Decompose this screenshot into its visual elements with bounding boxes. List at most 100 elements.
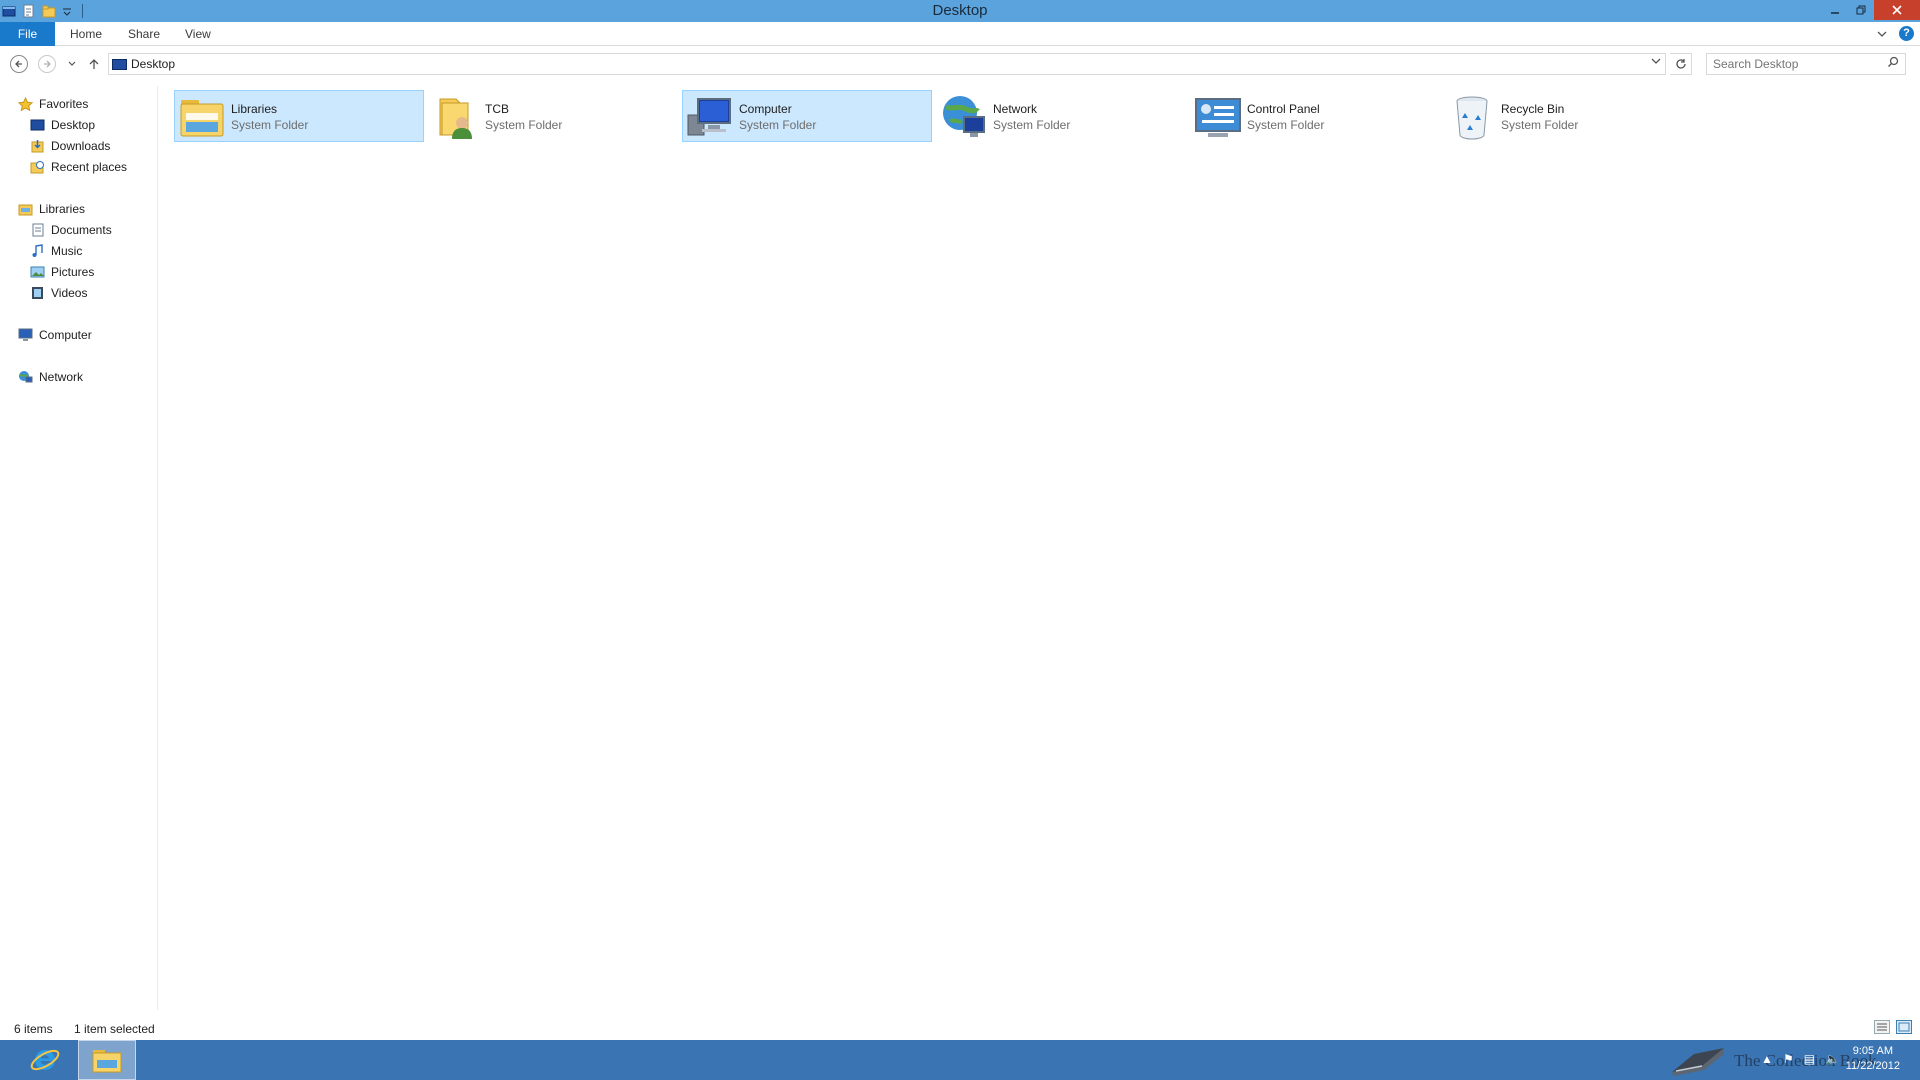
show-hidden-icons-icon[interactable]: ▲ [1761, 1052, 1773, 1066]
computer-icon [687, 98, 731, 136]
recycle-bin-icon [1456, 96, 1488, 140]
item-tcb[interactable]: TCB System Folder [428, 90, 678, 142]
file-list: Libraries System Folder TCB System Folde… [160, 86, 1920, 1006]
network-globe-icon [943, 96, 985, 137]
nav-pictures[interactable]: Pictures [30, 262, 94, 282]
back-arrow-icon [15, 60, 22, 68]
nav-libraries[interactable]: Libraries [18, 199, 85, 219]
control-panel-icon [1195, 98, 1241, 137]
system-tray: ▲ ⚑ ▤ 🔈 [1761, 1052, 1840, 1066]
back-button[interactable] [10, 55, 28, 73]
book-logo-icon [1672, 1048, 1724, 1076]
close-icon [1892, 5, 1902, 15]
address-bar[interactable]: Desktop [108, 53, 1666, 75]
item-name: Recycle Bin [1501, 102, 1565, 116]
tab-view[interactable]: View [175, 22, 221, 46]
item-type: System Folder [1247, 118, 1325, 132]
internet-explorer-icon [30, 1049, 60, 1071]
nav-recent-places[interactable]: Recent places [30, 157, 127, 177]
desktop-icon [30, 118, 45, 132]
clock-time: 9:05 AM [1852, 1045, 1894, 1057]
large-icons-view-icon [1898, 1022, 1910, 1032]
item-name: Control Panel [1247, 102, 1320, 116]
details-view-button[interactable] [1874, 1020, 1890, 1034]
clock-date: 11/22/2012 [1845, 1060, 1900, 1072]
recent-locations-button[interactable] [62, 54, 82, 74]
help-icon[interactable]: ? [1899, 26, 1914, 41]
nav-network-label: Network [39, 370, 84, 384]
tab-file[interactable]: File [0, 22, 55, 46]
nav-favorites-label: Favorites [39, 97, 89, 111]
pictures-icon [30, 265, 45, 279]
status-bar: 6 items 1 item selected [0, 1018, 1920, 1040]
nav-computer-label: Computer [39, 328, 92, 342]
nav-computer[interactable]: Computer [18, 325, 92, 345]
videos-icon [30, 286, 45, 300]
minimize-icon [1831, 12, 1839, 14]
search-input[interactable] [1707, 54, 1877, 74]
nav-downloads[interactable]: Downloads [30, 136, 110, 156]
window-title: Desktop [932, 2, 988, 19]
taskbar: The Collection Book ▲ ⚑ ▤ 🔈 9:05 AM 11/2… [0, 1040, 1920, 1080]
chevron-down-icon [68, 61, 76, 66]
tab-home[interactable]: Home [60, 22, 112, 46]
item-name: Libraries [231, 102, 278, 116]
forward-arrow-icon [44, 60, 51, 68]
tab-share[interactable]: Share [118, 22, 170, 46]
item-computer[interactable]: Computer System Folder [682, 90, 932, 142]
item-type: System Folder [739, 118, 817, 132]
network-icon [18, 370, 33, 384]
minimize-button[interactable] [1822, 0, 1848, 20]
nav-desktop-label: Desktop [51, 118, 96, 132]
taskbar-clock[interactable]: 9:05 AM 11/22/2012 [1846, 1044, 1900, 1074]
address-location[interactable]: Desktop [131, 57, 175, 71]
item-type: System Folder [1501, 118, 1579, 132]
up-button[interactable] [84, 54, 104, 74]
nav-downloads-label: Downloads [51, 139, 111, 153]
nav-documents[interactable]: Documents [30, 220, 112, 240]
restore-button[interactable] [1848, 0, 1874, 20]
status-item-count: 6 items [14, 1022, 53, 1036]
item-name: TCB [485, 102, 509, 116]
item-name: Computer [739, 102, 792, 116]
ribbon-right-controls: ? [1877, 26, 1914, 41]
item-network[interactable]: Network System Folder [936, 90, 1186, 142]
volume-icon[interactable]: 🔈 [1825, 1052, 1840, 1066]
large-icons-view-button[interactable] [1896, 1020, 1912, 1034]
title-bar: Desktop [0, 0, 1920, 22]
music-icon [30, 244, 45, 258]
search-icon[interactable] [1887, 56, 1899, 71]
user-folder-icon [439, 98, 472, 139]
item-recycle-bin[interactable]: Recycle Bin System Folder [1444, 90, 1694, 142]
nav-music[interactable]: Music [30, 241, 82, 261]
ribbon-tabs: File Home Share View ? [0, 22, 1920, 46]
network-status-icon[interactable]: ▤ [1804, 1052, 1815, 1066]
item-type: System Folder [993, 118, 1071, 132]
item-control-panel[interactable]: Control Panel System Folder [1190, 90, 1440, 142]
refresh-button[interactable] [1670, 53, 1692, 75]
desktop-location-icon [112, 59, 127, 70]
action-center-flag-icon[interactable]: ⚑ [1783, 1052, 1794, 1066]
details-view-icon [1877, 1023, 1887, 1031]
item-libraries[interactable]: Libraries System Folder [174, 90, 424, 142]
restore-icon [1856, 5, 1866, 15]
nav-pictures-label: Pictures [51, 265, 95, 279]
close-button[interactable] [1874, 0, 1920, 20]
address-dropdown-icon[interactable] [1651, 56, 1661, 68]
taskbar-file-explorer[interactable] [78, 1040, 136, 1080]
file-explorer-icon [92, 1050, 122, 1073]
navigation-bar: Desktop [0, 50, 1920, 78]
star-icon [18, 97, 33, 111]
taskbar-internet-explorer[interactable] [16, 1040, 74, 1080]
nav-videos[interactable]: Videos [30, 283, 87, 303]
nav-favorites[interactable]: Favorites [18, 94, 88, 114]
libraries-folder-icon [180, 100, 224, 137]
item-type: System Folder [485, 118, 563, 132]
nav-libraries-label: Libraries [39, 202, 86, 216]
item-type: System Folder [231, 118, 309, 132]
expand-ribbon-icon[interactable] [1877, 30, 1887, 38]
nav-network[interactable]: Network [18, 367, 83, 387]
forward-button[interactable] [38, 55, 56, 73]
search-box[interactable] [1706, 53, 1906, 75]
nav-desktop[interactable]: Desktop [30, 115, 95, 135]
